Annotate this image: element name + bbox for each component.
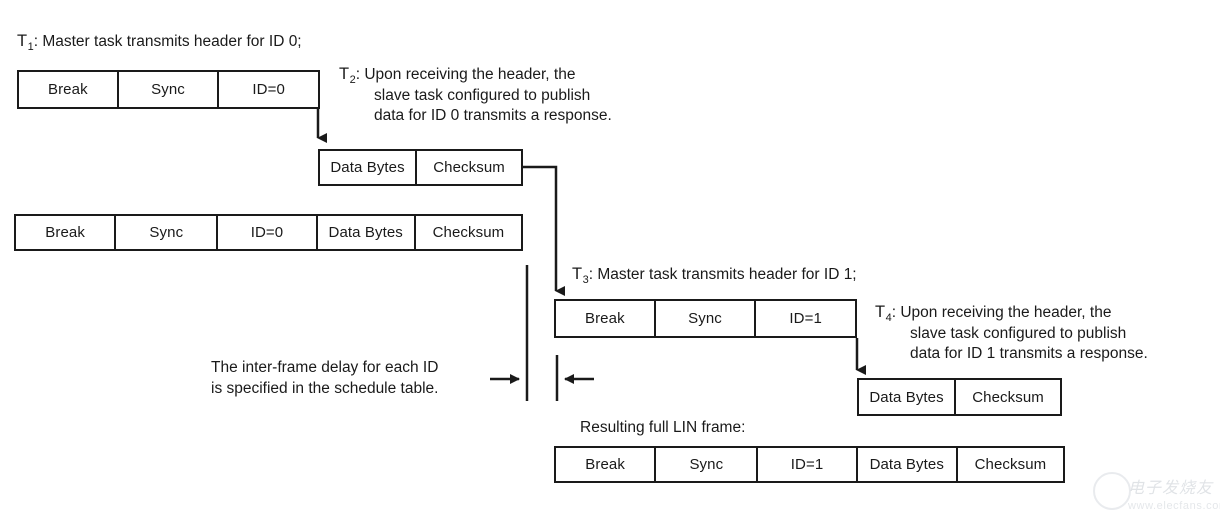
- note-interframe-delay: The inter-frame delay for each ID is spe…: [211, 357, 438, 399]
- watermark-logo-icon: [1093, 472, 1131, 510]
- frame-cell-id: ID=0: [252, 81, 285, 98]
- note-t4-label: T4: [875, 303, 892, 324]
- lin-frame-diagram: T1: Master task transmits header for ID …: [0, 0, 1220, 524]
- note-t1-label: T1: [17, 32, 34, 53]
- note-t1: T1: Master task transmits header for ID …: [17, 31, 302, 53]
- note-t4-line1: : Upon receiving the header, the: [891, 304, 1112, 321]
- frame-cell-checksum: Checksum: [432, 224, 505, 241]
- frame-cell-sync: Sync: [656, 448, 759, 481]
- frame-cell-id: ID=0: [218, 216, 318, 249]
- note-t4: T4: Upon receiving the header, the slave…: [875, 302, 1148, 364]
- watermark-url: www.elecfans.com: [1128, 500, 1220, 512]
- frame-cell-id: ID=1: [758, 448, 858, 481]
- frame-cell-sync: Sync: [656, 301, 757, 336]
- note-t2-line2: slave task configured to publish: [374, 87, 591, 104]
- note-t2: T2: Upon receiving the header, the slave…: [339, 64, 612, 126]
- frame-cell-id: ID=1: [789, 310, 822, 327]
- frame-cell-data-bytes: Data Bytes: [318, 216, 416, 249]
- note-t3-label: T3: [572, 265, 589, 286]
- frame-row-response-id1: Data Bytes Checksum: [857, 378, 1062, 416]
- note-t2-label: T2: [339, 65, 356, 86]
- frame-cell-break: Break: [556, 448, 657, 481]
- frame-row-header-id0: Break Sync ID=0: [17, 70, 320, 109]
- frame-cell-checksum: Checksum: [433, 159, 505, 176]
- note-interframe-line1: The inter-frame delay for each ID: [211, 359, 439, 376]
- caption-resulting-frame: Resulting full LIN frame:: [580, 419, 746, 436]
- note-t1-text: : Master task transmits header for ID 0;: [33, 33, 302, 50]
- frame-row-full-frame-id1: Break Sync ID=1 Data Bytes Checksum: [554, 446, 1065, 483]
- frame-cell-data-bytes: Data Bytes: [858, 448, 958, 481]
- frame-row-response-id0: Data Bytes Checksum: [318, 149, 523, 186]
- frame-cell-data-bytes: Data Bytes: [320, 151, 418, 184]
- note-interframe-line2: is specified in the schedule table.: [211, 380, 439, 397]
- note-t2-line1: : Upon receiving the header, the: [355, 66, 576, 83]
- note-t3-text: : Master task transmits header for ID 1;: [588, 266, 857, 283]
- frame-cell-break: Break: [19, 72, 119, 107]
- frame-cell-break: Break: [556, 301, 656, 336]
- frame-cell-sync: Sync: [119, 72, 220, 107]
- frame-cell-data-bytes: Data Bytes: [859, 380, 957, 414]
- note-t4-line2: slave task configured to publish: [910, 325, 1127, 342]
- note-t4-line3: data for ID 1 transmits a response.: [910, 345, 1148, 362]
- frame-cell-checksum: Checksum: [974, 456, 1047, 473]
- frame-cell-break: Break: [16, 216, 117, 249]
- frame-row-full-frame-id0: Break Sync ID=0 Data Bytes Checksum: [14, 214, 523, 251]
- note-t2-line3: data for ID 0 transmits a response.: [374, 107, 612, 124]
- watermark-chinese-text: 电子发烧友: [1128, 478, 1214, 497]
- note-t3: T3: Master task transmits header for ID …: [572, 264, 857, 286]
- frame-cell-sync: Sync: [116, 216, 219, 249]
- frame-cell-checksum: Checksum: [972, 388, 1044, 406]
- frame-row-header-id1: Break Sync ID=1: [554, 299, 857, 338]
